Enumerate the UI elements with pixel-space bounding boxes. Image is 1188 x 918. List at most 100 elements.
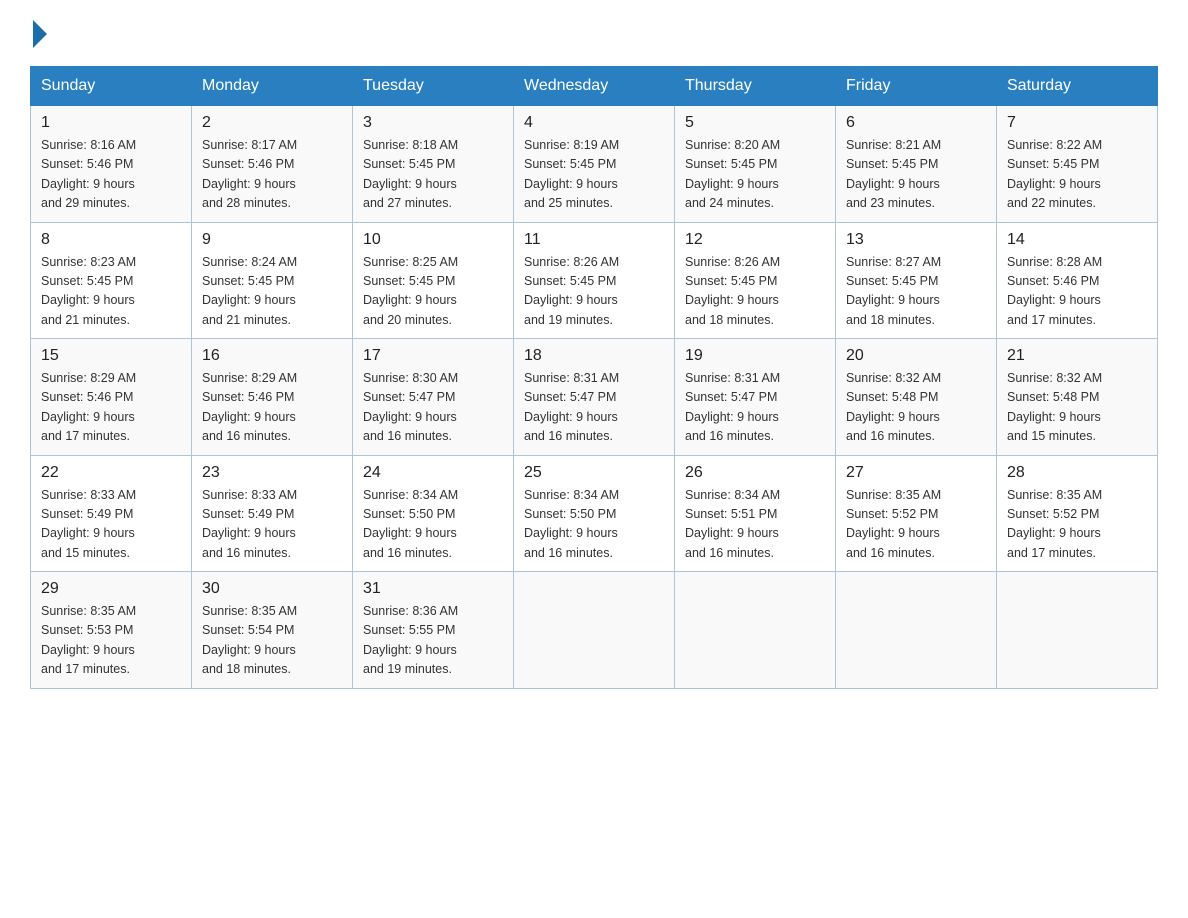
day-info: Sunrise: 8:29 AMSunset: 5:46 PMDaylight:… [41,369,181,447]
calendar-cell: 15 Sunrise: 8:29 AMSunset: 5:46 PMDaylig… [31,339,192,456]
calendar-week-row: 15 Sunrise: 8:29 AMSunset: 5:46 PMDaylig… [31,339,1158,456]
calendar-cell: 12 Sunrise: 8:26 AMSunset: 5:45 PMDaylig… [675,222,836,339]
calendar-cell [514,572,675,689]
column-header-monday: Monday [192,67,353,106]
day-number: 15 [41,347,181,365]
day-info: Sunrise: 8:33 AMSunset: 5:49 PMDaylight:… [41,486,181,564]
calendar-cell: 4 Sunrise: 8:19 AMSunset: 5:45 PMDayligh… [514,106,675,223]
column-header-friday: Friday [836,67,997,106]
day-number: 4 [524,114,664,132]
day-info: Sunrise: 8:35 AMSunset: 5:52 PMDaylight:… [1007,486,1147,564]
logo [30,20,47,48]
day-number: 1 [41,114,181,132]
calendar-cell: 7 Sunrise: 8:22 AMSunset: 5:45 PMDayligh… [997,106,1158,223]
calendar-cell: 6 Sunrise: 8:21 AMSunset: 5:45 PMDayligh… [836,106,997,223]
day-number: 31 [363,580,503,598]
day-info: Sunrise: 8:36 AMSunset: 5:55 PMDaylight:… [363,602,503,680]
day-number: 16 [202,347,342,365]
calendar-cell: 8 Sunrise: 8:23 AMSunset: 5:45 PMDayligh… [31,222,192,339]
calendar-cell: 9 Sunrise: 8:24 AMSunset: 5:45 PMDayligh… [192,222,353,339]
day-number: 9 [202,231,342,249]
day-number: 12 [685,231,825,249]
calendar-cell: 14 Sunrise: 8:28 AMSunset: 5:46 PMDaylig… [997,222,1158,339]
calendar-cell: 10 Sunrise: 8:25 AMSunset: 5:45 PMDaylig… [353,222,514,339]
day-number: 2 [202,114,342,132]
day-number: 21 [1007,347,1147,365]
day-info: Sunrise: 8:28 AMSunset: 5:46 PMDaylight:… [1007,253,1147,331]
calendar-cell: 13 Sunrise: 8:27 AMSunset: 5:45 PMDaylig… [836,222,997,339]
column-header-saturday: Saturday [997,67,1158,106]
day-number: 24 [363,464,503,482]
day-info: Sunrise: 8:34 AMSunset: 5:50 PMDaylight:… [363,486,503,564]
day-info: Sunrise: 8:22 AMSunset: 5:45 PMDaylight:… [1007,136,1147,214]
day-info: Sunrise: 8:34 AMSunset: 5:51 PMDaylight:… [685,486,825,564]
day-info: Sunrise: 8:31 AMSunset: 5:47 PMDaylight:… [685,369,825,447]
calendar-cell: 26 Sunrise: 8:34 AMSunset: 5:51 PMDaylig… [675,455,836,572]
calendar-cell: 3 Sunrise: 8:18 AMSunset: 5:45 PMDayligh… [353,106,514,223]
logo-arrow-icon [33,20,47,48]
day-info: Sunrise: 8:30 AMSunset: 5:47 PMDaylight:… [363,369,503,447]
day-info: Sunrise: 8:19 AMSunset: 5:45 PMDaylight:… [524,136,664,214]
calendar-cell: 23 Sunrise: 8:33 AMSunset: 5:49 PMDaylig… [192,455,353,572]
calendar-cell: 19 Sunrise: 8:31 AMSunset: 5:47 PMDaylig… [675,339,836,456]
day-info: Sunrise: 8:24 AMSunset: 5:45 PMDaylight:… [202,253,342,331]
calendar-cell: 30 Sunrise: 8:35 AMSunset: 5:54 PMDaylig… [192,572,353,689]
day-info: Sunrise: 8:35 AMSunset: 5:52 PMDaylight:… [846,486,986,564]
day-number: 27 [846,464,986,482]
day-info: Sunrise: 8:27 AMSunset: 5:45 PMDaylight:… [846,253,986,331]
calendar-cell: 2 Sunrise: 8:17 AMSunset: 5:46 PMDayligh… [192,106,353,223]
day-number: 6 [846,114,986,132]
day-number: 5 [685,114,825,132]
day-number: 8 [41,231,181,249]
day-number: 22 [41,464,181,482]
day-info: Sunrise: 8:26 AMSunset: 5:45 PMDaylight:… [685,253,825,331]
calendar-cell [675,572,836,689]
day-number: 25 [524,464,664,482]
day-info: Sunrise: 8:35 AMSunset: 5:53 PMDaylight:… [41,602,181,680]
day-number: 28 [1007,464,1147,482]
calendar-cell: 18 Sunrise: 8:31 AMSunset: 5:47 PMDaylig… [514,339,675,456]
column-header-sunday: Sunday [31,67,192,106]
calendar-cell [836,572,997,689]
column-header-tuesday: Tuesday [353,67,514,106]
day-info: Sunrise: 8:21 AMSunset: 5:45 PMDaylight:… [846,136,986,214]
day-info: Sunrise: 8:33 AMSunset: 5:49 PMDaylight:… [202,486,342,564]
calendar-week-row: 1 Sunrise: 8:16 AMSunset: 5:46 PMDayligh… [31,106,1158,223]
calendar-cell: 21 Sunrise: 8:32 AMSunset: 5:48 PMDaylig… [997,339,1158,456]
day-number: 18 [524,347,664,365]
day-number: 10 [363,231,503,249]
day-info: Sunrise: 8:23 AMSunset: 5:45 PMDaylight:… [41,253,181,331]
day-info: Sunrise: 8:20 AMSunset: 5:45 PMDaylight:… [685,136,825,214]
calendar-week-row: 22 Sunrise: 8:33 AMSunset: 5:49 PMDaylig… [31,455,1158,572]
day-number: 11 [524,231,664,249]
calendar-cell: 27 Sunrise: 8:35 AMSunset: 5:52 PMDaylig… [836,455,997,572]
day-info: Sunrise: 8:17 AMSunset: 5:46 PMDaylight:… [202,136,342,214]
calendar-cell: 25 Sunrise: 8:34 AMSunset: 5:50 PMDaylig… [514,455,675,572]
calendar-cell: 24 Sunrise: 8:34 AMSunset: 5:50 PMDaylig… [353,455,514,572]
column-header-wednesday: Wednesday [514,67,675,106]
column-header-thursday: Thursday [675,67,836,106]
day-number: 19 [685,347,825,365]
day-info: Sunrise: 8:32 AMSunset: 5:48 PMDaylight:… [1007,369,1147,447]
day-info: Sunrise: 8:25 AMSunset: 5:45 PMDaylight:… [363,253,503,331]
calendar-cell: 17 Sunrise: 8:30 AMSunset: 5:47 PMDaylig… [353,339,514,456]
calendar-cell: 31 Sunrise: 8:36 AMSunset: 5:55 PMDaylig… [353,572,514,689]
calendar-cell [997,572,1158,689]
day-number: 26 [685,464,825,482]
calendar-cell: 11 Sunrise: 8:26 AMSunset: 5:45 PMDaylig… [514,222,675,339]
calendar-cell: 28 Sunrise: 8:35 AMSunset: 5:52 PMDaylig… [997,455,1158,572]
page-header [30,20,1158,48]
calendar-week-row: 8 Sunrise: 8:23 AMSunset: 5:45 PMDayligh… [31,222,1158,339]
day-number: 7 [1007,114,1147,132]
day-info: Sunrise: 8:18 AMSunset: 5:45 PMDaylight:… [363,136,503,214]
calendar-cell: 1 Sunrise: 8:16 AMSunset: 5:46 PMDayligh… [31,106,192,223]
day-info: Sunrise: 8:29 AMSunset: 5:46 PMDaylight:… [202,369,342,447]
calendar-cell: 20 Sunrise: 8:32 AMSunset: 5:48 PMDaylig… [836,339,997,456]
day-info: Sunrise: 8:34 AMSunset: 5:50 PMDaylight:… [524,486,664,564]
calendar-week-row: 29 Sunrise: 8:35 AMSunset: 5:53 PMDaylig… [31,572,1158,689]
day-number: 29 [41,580,181,598]
day-number: 20 [846,347,986,365]
day-info: Sunrise: 8:32 AMSunset: 5:48 PMDaylight:… [846,369,986,447]
day-number: 14 [1007,231,1147,249]
calendar-header-row: SundayMondayTuesdayWednesdayThursdayFrid… [31,67,1158,106]
